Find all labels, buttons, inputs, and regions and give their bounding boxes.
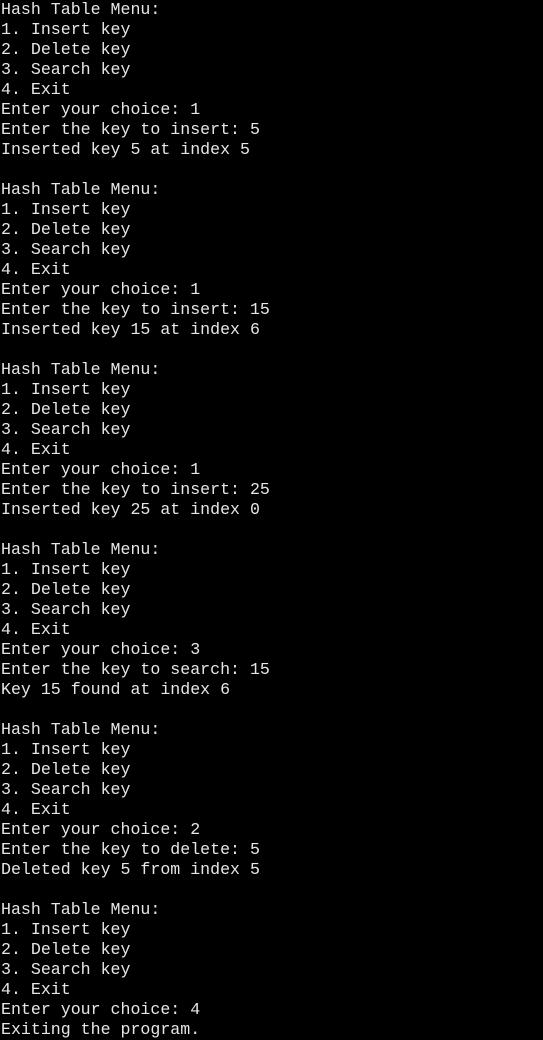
terminal-line: Key 15 found at index 6 <box>1 680 231 699</box>
terminal-line: 1. Insert key <box>1 380 131 399</box>
terminal-line: Inserted key 5 at index 5 <box>1 140 250 159</box>
terminal-line: 2. Delete key <box>1 400 131 419</box>
terminal-line: 2. Delete key <box>1 220 131 239</box>
terminal-line: Inserted key 15 at index 6 <box>1 320 260 339</box>
terminal-line: Hash Table Menu: <box>1 180 161 199</box>
terminal-line: 3. Search key <box>1 600 131 619</box>
terminal-line: 3. Search key <box>1 60 131 79</box>
terminal-line: 1. Insert key <box>1 920 131 939</box>
terminal-line: Enter the key to insert: 15 <box>1 300 270 319</box>
terminal-line: 2. Delete key <box>1 580 131 599</box>
terminal-line: 4. Exit <box>1 800 71 819</box>
terminal-line: Enter your choice: 4 <box>1 1000 201 1019</box>
terminal-line: Exiting the program. <box>1 1020 201 1039</box>
terminal-line: 4. Exit <box>1 440 71 459</box>
terminal-line: Enter your choice: 1 <box>1 460 201 479</box>
terminal-line: 1. Insert key <box>1 200 131 219</box>
terminal-line: 4. Exit <box>1 620 71 639</box>
terminal-line: 3. Search key <box>1 960 131 979</box>
terminal-line: Enter the key to insert: 5 <box>1 120 260 139</box>
terminal-line: 1. Insert key <box>1 740 131 759</box>
terminal-line: Hash Table Menu: <box>1 0 161 19</box>
terminal-output[interactable]: Hash Table Menu: 1. Insert key 2. Delete k… <box>0 0 543 1040</box>
terminal-line: Enter the key to delete: 5 <box>1 840 260 859</box>
terminal-line: Deleted key 5 from index 5 <box>1 860 260 879</box>
terminal-line: 2. Delete key <box>1 760 131 779</box>
terminal-line: Enter your choice: 1 <box>1 280 201 299</box>
terminal-line: Hash Table Menu: <box>1 360 161 379</box>
terminal-line: Enter your choice: 3 <box>1 640 201 659</box>
terminal-line: Hash Table Menu: <box>1 540 161 559</box>
terminal-line: Enter the key to search: 15 <box>1 660 270 679</box>
terminal-line: 4. Exit <box>1 980 71 999</box>
terminal-line: 2. Delete key <box>1 40 131 59</box>
terminal-line: Enter your choice: 1 <box>1 100 201 119</box>
terminal-line: Hash Table Menu: <box>1 900 161 919</box>
terminal-line: 1. Insert key <box>1 560 131 579</box>
terminal-line: 3. Search key <box>1 240 131 259</box>
terminal-line: Inserted key 25 at index 0 <box>1 500 260 519</box>
terminal-line: 4. Exit <box>1 260 71 279</box>
terminal-line: 1. Insert key <box>1 20 131 39</box>
terminal-line: Enter the key to insert: 25 <box>1 480 270 499</box>
terminal-line: 4. Exit <box>1 80 71 99</box>
terminal-line: 2. Delete key <box>1 940 131 959</box>
terminal-line: Hash Table Menu: <box>1 720 161 739</box>
terminal-line: Enter your choice: 2 <box>1 820 201 839</box>
terminal-line: 3. Search key <box>1 780 131 799</box>
terminal-line: 3. Search key <box>1 420 131 439</box>
